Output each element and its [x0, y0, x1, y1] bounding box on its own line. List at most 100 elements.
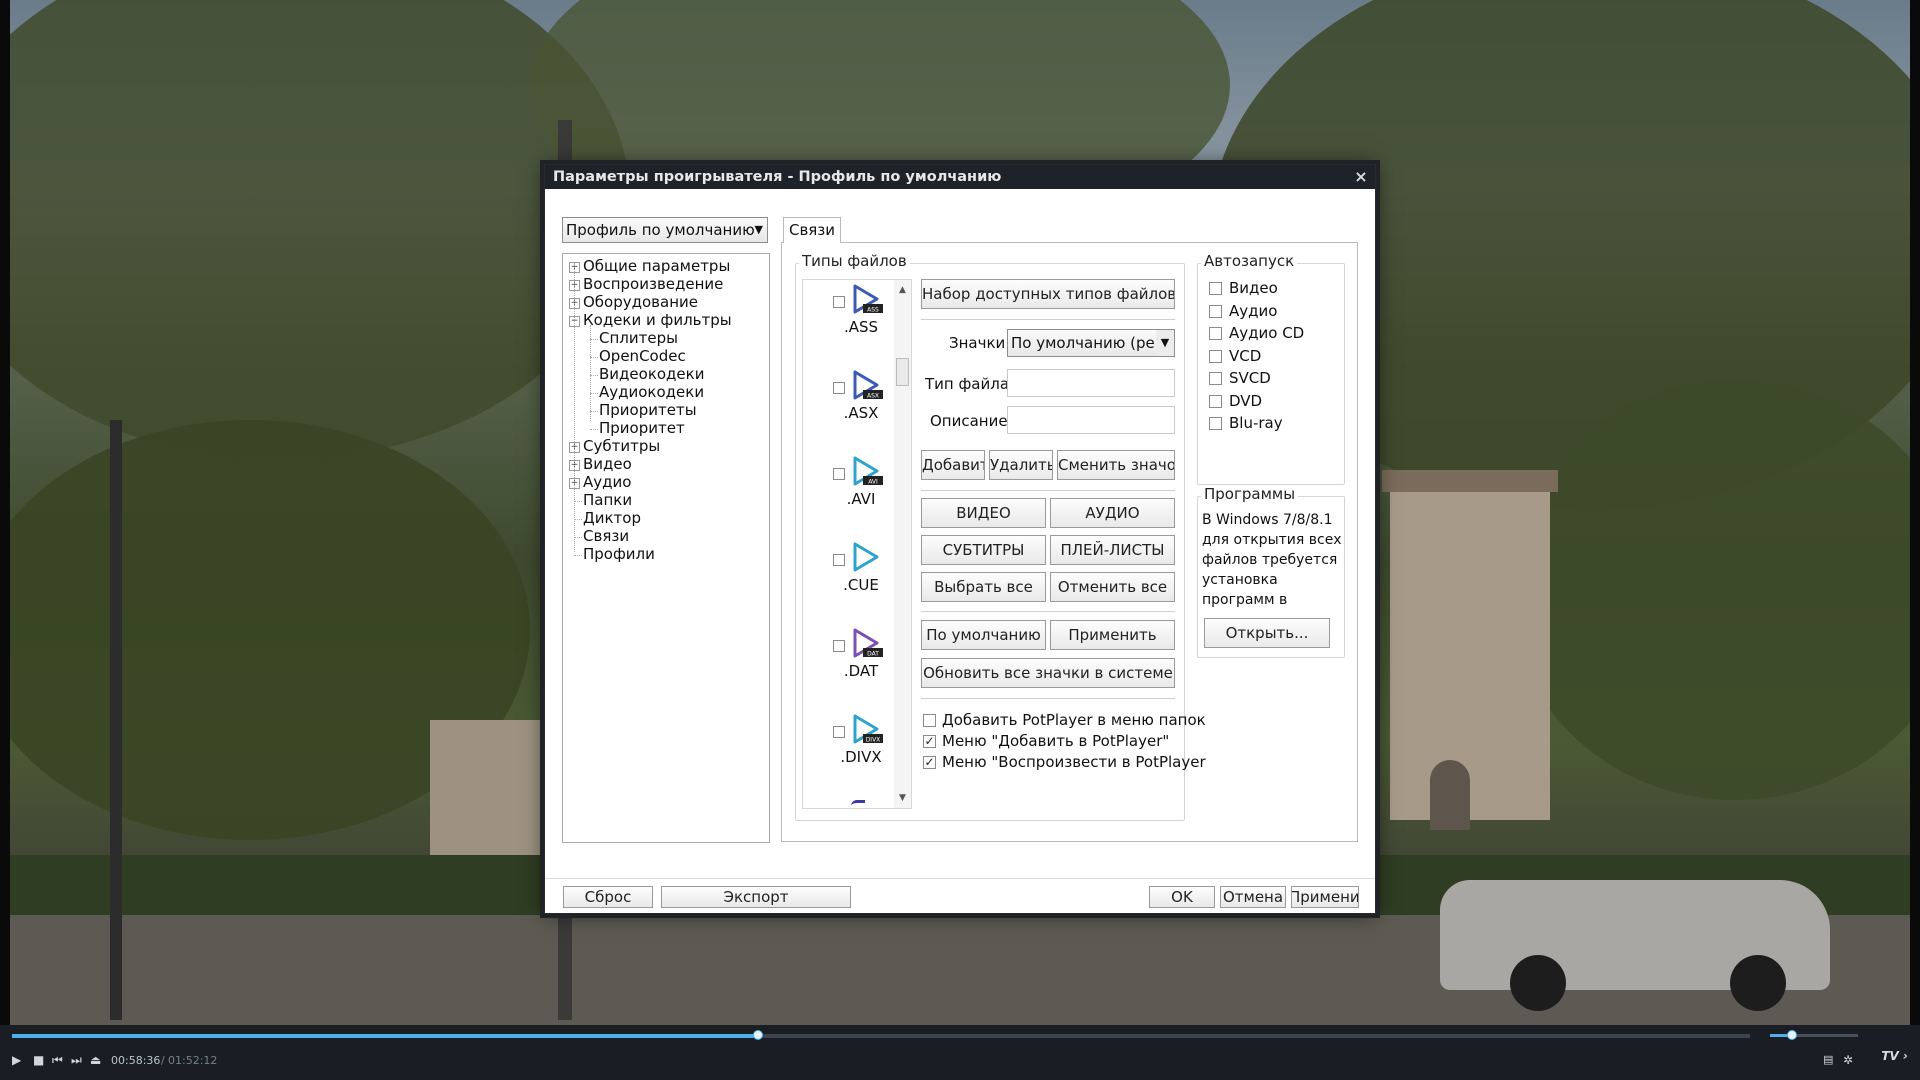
remove-button[interactable]: Удалить: [989, 450, 1053, 480]
autorun-checkbox[interactable]: [1209, 304, 1222, 318]
tree-item[interactable]: Диктор: [583, 509, 641, 527]
tree-item[interactable]: Общие параметры: [583, 257, 730, 275]
file-type-checkbox[interactable]: [833, 554, 845, 566]
file-type-item[interactable]: ASS .ASS: [803, 282, 895, 368]
next-icon[interactable]: ⏭: [71, 1053, 82, 1068]
file-type-item[interactable]: DAT .DAT: [803, 626, 895, 712]
autorun-label[interactable]: Blu-ray: [1229, 414, 1283, 432]
autorun-label[interactable]: SVCD: [1229, 369, 1271, 387]
autorun-label[interactable]: Аудио: [1229, 302, 1277, 320]
change-icon-button[interactable]: Сменить значок...: [1057, 450, 1175, 480]
tab-associations[interactable]: Связи: [783, 217, 841, 243]
autorun-checkbox[interactable]: [1209, 372, 1222, 385]
apply-button[interactable]: Применит: [1291, 886, 1359, 908]
tree-item[interactable]: Приоритеты: [599, 401, 697, 419]
svg-text:ASS: ASS: [867, 307, 879, 314]
add-button[interactable]: Добавить: [921, 450, 985, 480]
tree-item[interactable]: Сплитеры: [599, 329, 678, 347]
media-file-icon: AVI: [851, 454, 883, 490]
autorun-label[interactable]: DVD: [1229, 392, 1262, 410]
open-programs-button[interactable]: Открыть...: [1204, 618, 1330, 648]
tree-item[interactable]: Папки: [583, 491, 632, 509]
file-type-checkbox[interactable]: [833, 296, 845, 308]
playlists-button[interactable]: ПЛЕЙ-ЛИСТЫ: [1050, 535, 1175, 565]
autorun-checkbox[interactable]: [1209, 394, 1222, 408]
option-checkbox[interactable]: [923, 714, 936, 727]
option-checkbox[interactable]: ✓: [923, 735, 936, 748]
tree-item[interactable]: Кодеки и фильтры: [583, 311, 732, 329]
autorun-checkbox[interactable]: [1209, 282, 1222, 295]
available-types-button[interactable]: Набор доступных типов файлов...: [921, 279, 1175, 309]
file-type-list[interactable]: ASS .ASS ASX .ASX AVI .AVI .CUE DAT .DAT DIVX .DIV…: [802, 279, 912, 809]
autorun-label[interactable]: Аудио CD: [1229, 324, 1304, 342]
file-type-item[interactable]: DIVX .DIVX: [803, 712, 895, 798]
scroll-thumb[interactable]: [896, 358, 909, 386]
tree-item[interactable]: Воспроизведение: [583, 275, 723, 293]
seek-bar[interactable]: [12, 1030, 1750, 1040]
cancel-button[interactable]: Отмена: [1220, 886, 1286, 908]
letterbox-left: [0, 0, 10, 1080]
file-type-checkbox[interactable]: [833, 640, 845, 652]
file-types-title: Типы файлов: [799, 252, 910, 270]
play-icon[interactable]: ▶: [12, 1053, 21, 1067]
file-type-checkbox[interactable]: [833, 726, 845, 738]
autorun-checkbox[interactable]: [1209, 417, 1222, 430]
playlist-icon[interactable]: ▤: [1823, 1053, 1833, 1066]
tree-item[interactable]: Приоритет: [599, 419, 685, 437]
volume-handle[interactable]: [1787, 1030, 1797, 1040]
tree-item[interactable]: Аудио: [583, 473, 631, 491]
option-label[interactable]: Меню "Добавить в PotPlayer": [942, 732, 1169, 750]
scroll-up-arrow[interactable]: ▲: [894, 282, 911, 298]
file-type-checkbox[interactable]: [833, 468, 845, 480]
tree-item[interactable]: Видеокодеки: [599, 365, 704, 383]
export-button[interactable]: Экспорт: [661, 886, 851, 908]
tv-badge[interactable]: TV ›: [1881, 1049, 1908, 1063]
media-file-icon: [851, 540, 883, 576]
subtitles-button[interactable]: СУБТИТРЫ: [921, 535, 1046, 565]
autorun-label[interactable]: Видео: [1229, 279, 1278, 297]
deselect-all-button[interactable]: Отменить все: [1050, 572, 1175, 602]
seek-handle[interactable]: [752, 1030, 763, 1040]
file-type-item[interactable]: .CUE: [803, 540, 895, 626]
tree-item[interactable]: Аудиокодеки: [599, 383, 704, 401]
tree-item[interactable]: Видео: [583, 455, 632, 473]
apply-associations-button[interactable]: Применить: [1050, 620, 1175, 650]
gear-icon[interactable]: ✲: [1843, 1053, 1853, 1067]
select-all-button[interactable]: Выбрать все: [921, 572, 1046, 602]
icons-select[interactable]: По умолчанию (рек ▼: [1007, 329, 1175, 357]
autorun-label[interactable]: VCD: [1229, 347, 1261, 365]
media-file-icon: DAT: [851, 626, 883, 662]
autorun-checkbox[interactable]: [1209, 349, 1222, 363]
tree-item[interactable]: Профили: [583, 545, 655, 563]
tree-item[interactable]: Связи: [583, 527, 629, 545]
option-checkbox[interactable]: ✓: [923, 756, 936, 769]
tree-item[interactable]: Субтитры: [583, 437, 660, 455]
ok-button[interactable]: OK: [1149, 886, 1215, 908]
autorun-checkbox[interactable]: [1209, 327, 1222, 340]
dialog-titlebar[interactable]: Параметры проигрывателя - Профиль по умо…: [545, 165, 1375, 189]
scroll-down-arrow[interactable]: ▼: [894, 790, 911, 806]
tree-item[interactable]: Оборудование: [583, 293, 698, 311]
option-label[interactable]: Меню "Воспроизвести в PotPlayer: [942, 753, 1206, 771]
audio-button[interactable]: АУДИО: [1050, 498, 1175, 528]
file-list-scrollbar[interactable]: ▲ ▼: [894, 280, 911, 808]
file-type-item[interactable]: ASX .ASX: [803, 368, 895, 454]
close-button[interactable]: ×: [1353, 165, 1369, 189]
option-label[interactable]: Добавить PotPlayer в меню папок: [942, 711, 1206, 729]
file-type-item[interactable]: AVI .AVI: [803, 454, 895, 540]
refresh-icons-button[interactable]: Обновить все значки в системе: [921, 658, 1175, 688]
tree-connector: [590, 429, 598, 430]
file-type-checkbox[interactable]: [833, 382, 845, 394]
settings-tree[interactable]: + Общие параметры + Воспроизведение + Оборудо…: [562, 253, 770, 843]
previous-icon[interactable]: ⏮: [52, 1053, 63, 1068]
stop-icon[interactable]: ■: [33, 1053, 44, 1067]
default-button[interactable]: По умолчанию: [921, 620, 1046, 650]
reset-button[interactable]: Сброс: [563, 886, 653, 908]
profile-select[interactable]: Профиль по умолчанию ▼: [562, 217, 768, 243]
file-type-input[interactable]: [1007, 369, 1175, 397]
video-button[interactable]: ВИДЕО: [921, 498, 1046, 528]
volume-slider[interactable]: [1770, 1030, 1858, 1040]
eject-icon[interactable]: ⏏: [90, 1053, 101, 1067]
tree-item[interactable]: OpenCodec: [599, 347, 686, 365]
description-input[interactable]: [1007, 406, 1175, 434]
